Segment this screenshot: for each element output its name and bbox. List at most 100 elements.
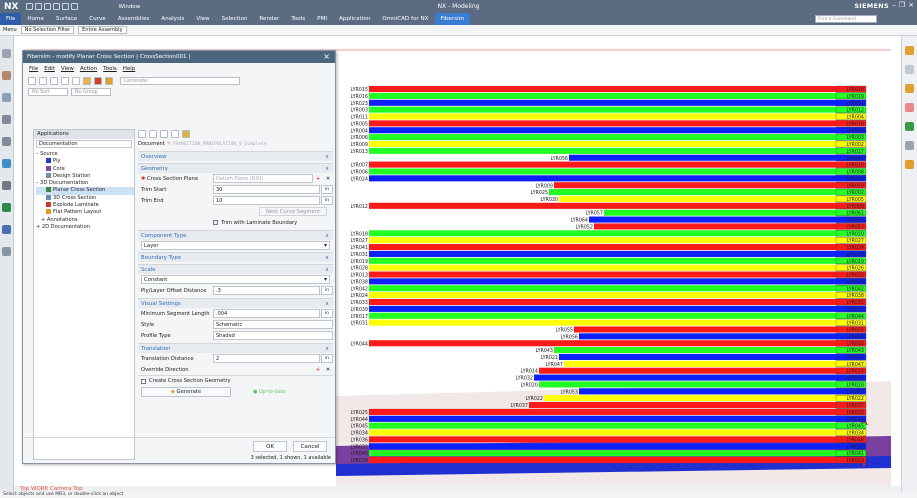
menu-tools[interactable]: Tools bbox=[103, 66, 117, 72]
tab-fibersim[interactable]: Fibersim bbox=[434, 13, 471, 25]
roles-icon[interactable] bbox=[2, 225, 11, 234]
properties-icon[interactable] bbox=[72, 76, 80, 85]
tree-item-3d-documentation[interactable]: – 3D Documentation bbox=[36, 180, 134, 187]
tree-item-design-station[interactable]: Design Station bbox=[36, 172, 134, 180]
add-icon[interactable]: + bbox=[313, 367, 323, 373]
constraint-navigator-icon[interactable] bbox=[2, 93, 11, 102]
menu-action[interactable]: Action bbox=[80, 66, 97, 72]
close-icon[interactable]: × bbox=[908, 1, 914, 9]
tree-item-source[interactable]: – Source bbox=[36, 151, 134, 158]
paste-icon[interactable] bbox=[50, 76, 58, 85]
tab-home[interactable]: Home bbox=[21, 13, 50, 25]
tab-assemblies[interactable]: Assemblies bbox=[112, 13, 156, 25]
style-select[interactable]: Schematic bbox=[213, 320, 333, 329]
part-navigator-icon[interactable] bbox=[2, 49, 11, 58]
tab-render[interactable]: Render bbox=[253, 13, 285, 25]
applications-dropdown[interactable]: Documentation bbox=[36, 140, 132, 148]
translation-section[interactable]: Translation ∧ bbox=[138, 343, 333, 353]
component-type-select[interactable]: Layer bbox=[141, 241, 330, 250]
tree-item-annotations[interactable]: + Annotations bbox=[36, 217, 134, 224]
repeat-command-icon[interactable] bbox=[71, 3, 79, 10]
tab-analysis[interactable]: Analysis bbox=[155, 13, 190, 25]
window-menu[interactable]: Window bbox=[118, 4, 140, 10]
core-icon[interactable] bbox=[905, 65, 914, 74]
tab-curve[interactable]: Curve bbox=[83, 13, 112, 25]
laminate-icon[interactable] bbox=[83, 76, 91, 85]
transition-icon[interactable] bbox=[905, 160, 914, 169]
create-geometry-checkbox[interactable] bbox=[141, 378, 146, 384]
component-type-section[interactable]: Component Type ∧ bbox=[138, 230, 333, 240]
next-curve-segment-button[interactable]: Next Curve Segment bbox=[258, 207, 327, 216]
dialog-close-icon[interactable]: × bbox=[323, 52, 330, 61]
undo-icon[interactable] bbox=[35, 3, 43, 10]
trim-start-unit[interactable]: in bbox=[321, 185, 333, 194]
tab-selection[interactable]: Selection bbox=[216, 13, 254, 25]
pen-icon[interactable] bbox=[905, 141, 914, 150]
remove-icon[interactable]: ✕ bbox=[323, 176, 333, 182]
reuse-library-icon[interactable] bbox=[2, 115, 11, 124]
ply-icon[interactable] bbox=[905, 46, 914, 55]
tab-view[interactable]: View bbox=[190, 13, 215, 25]
history-icon[interactable] bbox=[2, 159, 11, 168]
tree-item-explode-laminate[interactable]: Explode Laminate bbox=[36, 202, 134, 209]
ok-button[interactable]: OK bbox=[253, 441, 287, 452]
assembly-navigator-icon[interactable] bbox=[2, 71, 11, 80]
command-finder-input[interactable]: Find a Command bbox=[815, 15, 877, 23]
tree-item-planar-cross-section[interactable]: Planar Cross Section bbox=[36, 187, 134, 195]
clock-icon[interactable] bbox=[2, 181, 11, 190]
copy-icon[interactable] bbox=[39, 76, 47, 85]
tab-file[interactable]: File bbox=[0, 13, 22, 25]
web-browser-icon[interactable] bbox=[2, 137, 11, 146]
trim-end-input[interactable]: 10 bbox=[213, 196, 320, 205]
sort-select[interactable]: No Sort bbox=[28, 87, 68, 96]
translation-distance-unit[interactable]: in bbox=[321, 354, 333, 363]
rosette-icon[interactable] bbox=[905, 103, 914, 112]
tab-tools[interactable]: Tools bbox=[285, 13, 311, 25]
tree-item-core[interactable]: Core bbox=[36, 165, 134, 173]
ply-create-icon[interactable] bbox=[94, 76, 102, 85]
visual-settings-section[interactable]: Visual Settings ∧ bbox=[138, 298, 333, 308]
add-icon[interactable]: + bbox=[313, 176, 323, 182]
core-create-icon[interactable] bbox=[105, 76, 113, 85]
geometry-section[interactable]: Geometry ∧ bbox=[138, 163, 333, 173]
selection-filter-select[interactable]: No Selection Filter bbox=[20, 26, 75, 34]
redo-icon[interactable] bbox=[44, 3, 52, 10]
save-icon[interactable] bbox=[26, 3, 34, 10]
cross-section-plane-input[interactable]: Datum Plane (830) bbox=[213, 174, 313, 183]
scale-section[interactable]: Scale ∧ bbox=[138, 264, 333, 274]
generate-button[interactable]: ◆ Generate bbox=[141, 387, 231, 397]
profile-select[interactable]: Shaded bbox=[213, 331, 333, 340]
checkbox-icon[interactable] bbox=[138, 130, 146, 138]
tab-application[interactable]: Application bbox=[333, 13, 376, 25]
minimize-icon[interactable]: – bbox=[892, 1, 896, 9]
menu-file[interactable]: File bbox=[29, 66, 38, 72]
trim-boundary-checkbox[interactable] bbox=[213, 220, 218, 225]
tree-item-3d-cross-section[interactable]: 3D Cross Section bbox=[36, 194, 134, 202]
tree-item-flat-pattern-layout[interactable]: Flat Pattern Layout bbox=[36, 209, 134, 216]
translation-distance-input[interactable]: 2 bbox=[213, 354, 320, 363]
ply-offset-unit[interactable]: in bbox=[321, 286, 333, 295]
material-icon[interactable] bbox=[905, 122, 914, 131]
tab-omnicad-for-nx[interactable]: OmniCAD for NX bbox=[376, 13, 434, 25]
remove-icon[interactable]: ✕ bbox=[323, 367, 333, 373]
fibersim-icon[interactable] bbox=[2, 203, 11, 212]
laminate-icon[interactable] bbox=[905, 84, 914, 93]
menu-edit[interactable]: Edit bbox=[44, 66, 55, 72]
min-segment-input[interactable]: .004 bbox=[213, 309, 320, 318]
paste-icon[interactable] bbox=[62, 3, 70, 10]
laminate-select[interactable]: Laminate bbox=[120, 76, 240, 85]
menu-view[interactable]: View bbox=[61, 66, 74, 72]
new-icon[interactable] bbox=[28, 76, 36, 85]
scale-select[interactable]: Constant bbox=[141, 275, 330, 284]
selection-scope-select[interactable]: Entire Assembly bbox=[78, 26, 127, 34]
trim-start-input[interactable]: 30 bbox=[213, 185, 320, 194]
filter-icon[interactable] bbox=[149, 130, 157, 138]
overview-section[interactable]: Overview ∨ bbox=[138, 151, 333, 161]
restore-icon[interactable]: ❐ bbox=[899, 1, 905, 9]
ply-offset-input[interactable]: .3 bbox=[213, 286, 320, 295]
tree-item-2d-documentation[interactable]: + 2D Documentation bbox=[36, 224, 134, 231]
dialog-title-bar[interactable]: Fibersim - modify Planar Cross Section |… bbox=[23, 51, 335, 63]
grid-icon[interactable] bbox=[171, 130, 179, 138]
list-icon[interactable] bbox=[160, 130, 168, 138]
delete-icon[interactable] bbox=[61, 76, 69, 85]
